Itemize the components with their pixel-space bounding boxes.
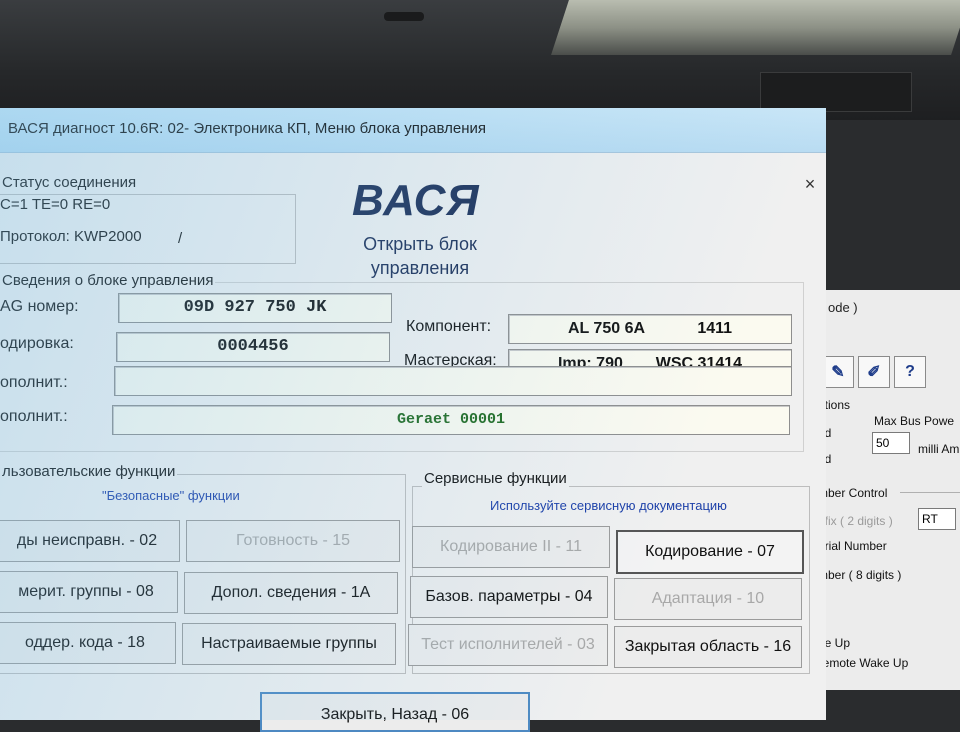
extra-info-button[interactable]: Допол. сведения - 1A <box>184 572 398 614</box>
group-divider <box>900 492 960 493</box>
component-extra: 1411 <box>697 320 733 337</box>
title-bar: ВАСЯ диагност 10.6R: 02- Электроника КП,… <box>0 108 826 153</box>
coding-field: 0004456 <box>116 332 390 362</box>
brand-logo: ВАСЯ <box>352 176 480 225</box>
basic-settings-button[interactable]: Базов. параметры - 04 <box>410 576 608 618</box>
serial-hint: mber ( 8 digits ) <box>818 568 902 582</box>
protocol-line: Протокол: KWP2000 <box>0 228 142 245</box>
measuring-blocks-button[interactable]: мерит. группы - 08 <box>0 571 178 613</box>
output-tests-button[interactable]: Тест исполнителей - 03 <box>408 624 608 666</box>
coding-button[interactable]: Кодирование - 07 <box>616 530 804 574</box>
window-title: ВАСЯ диагност 10.6R: 02- Электроника КП,… <box>8 120 487 137</box>
coding-label: одировка: <box>0 335 74 352</box>
prefix-input[interactable]: RT <box>918 508 956 530</box>
pen-icon[interactable]: ✐ <box>858 356 890 388</box>
remote-wakeup-checkbox[interactable]: Remote Wake Up <box>814 656 908 670</box>
bus-power-input[interactable]: 50 <box>872 432 910 454</box>
max-bus-power-label: Max Bus Powe <box>874 414 955 428</box>
close-icon[interactable]: × <box>800 174 820 194</box>
connection-status-line: C=1 TE=0 RE=0 <box>0 196 111 213</box>
close-back-button[interactable]: Закрыть, Назад - 06 <box>260 692 530 732</box>
vag-number-label: AG номер: <box>0 298 79 315</box>
vag-number-field: 09D 927 750 JK <box>118 293 392 323</box>
component-value: AL 750 6A <box>567 320 645 337</box>
extra-info-label-1: ополнит.: <box>0 374 68 391</box>
edit-icon[interactable]: ✎ <box>822 356 854 388</box>
number-control-label: mber Control <box>818 486 888 500</box>
readiness-button[interactable]: Готовность - 15 <box>186 520 400 562</box>
serial-number-label: erial Number <box>818 539 887 553</box>
service-functions-label: Сервисные функции <box>422 470 569 487</box>
window-reflection <box>551 0 960 55</box>
activity-indicator: / <box>178 230 183 247</box>
adaptation-button[interactable]: Адаптация - 10 <box>614 578 802 620</box>
extra-info-label-2: ополнит.: <box>0 408 68 425</box>
fault-codes-button[interactable]: ды неисправн. - 02 <box>0 520 180 562</box>
background-window-title: ode ) <box>828 300 858 315</box>
open-control-unit-button[interactable]: Открыть блок управления <box>340 232 500 280</box>
extra-info-field-1 <box>114 366 792 396</box>
extra-info-field-2: Geraet 00001 <box>112 405 790 435</box>
custom-groups-button[interactable]: Настраиваемые группы <box>182 623 396 665</box>
background-toolbar: ✎ ✐ ? <box>822 356 926 388</box>
help-icon[interactable]: ? <box>894 356 926 388</box>
coding-ii-button[interactable]: Кодирование II - 11 <box>412 526 610 568</box>
open-label-line2: управления <box>370 258 470 278</box>
camera-slot <box>384 12 424 21</box>
component-field: AL 750 6A 1411 <box>508 314 792 344</box>
user-functions-note: "Безопасные" функции <box>102 488 240 503</box>
code-support-button[interactable]: оддер. кода - 18 <box>0 622 176 664</box>
user-functions-label: льзовательские функции <box>0 463 178 480</box>
open-label-line1: Открыть блок <box>363 234 477 254</box>
component-label: Компонент: <box>406 318 492 335</box>
security-access-button[interactable]: Закрытая область - 16 <box>614 626 802 668</box>
connection-status-label: Статус соединения <box>0 174 139 191</box>
power-unit-label: milli Am <box>918 442 960 456</box>
bezel-sticker <box>760 72 912 112</box>
prefix-label: efix ( 2 digits ) <box>818 514 893 528</box>
control-unit-info-label: Сведения о блоке управления <box>0 272 216 289</box>
service-functions-note: Используйте сервисную документацию <box>490 498 727 513</box>
